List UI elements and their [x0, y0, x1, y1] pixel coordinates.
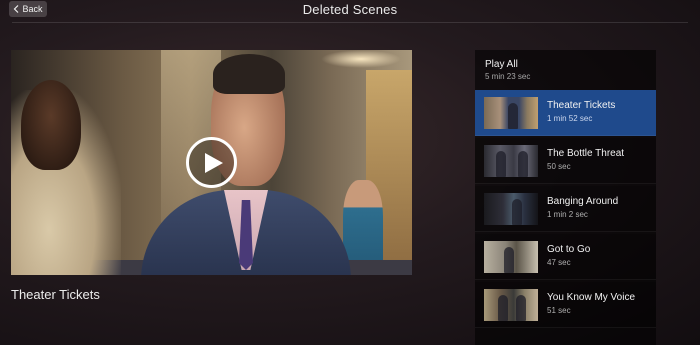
play-all-button[interactable]: Play All 5 min 23 sec — [475, 50, 656, 90]
scene-playlist: Play All 5 min 23 sec Theater Tickets 1 … — [475, 50, 656, 345]
play-icon — [204, 152, 223, 173]
scene-item-you-know-my-voice[interactable]: You Know My Voice 51 sec — [475, 282, 656, 328]
video-frame-clerk — [343, 180, 383, 270]
page-title: Deleted Scenes — [302, 2, 398, 17]
video-frame-man-hair — [213, 54, 285, 94]
scene-item-theater-tickets[interactable]: Theater Tickets 1 min 52 sec — [475, 90, 656, 136]
scene-title: Banging Around — [547, 196, 619, 207]
scene-title: The Bottle Threat — [547, 148, 625, 159]
scene-duration: 1 min 52 sec — [547, 114, 593, 123]
scene-duration: 47 sec — [547, 258, 571, 267]
scene-duration: 51 sec — [547, 306, 571, 315]
scene-thumbnail — [484, 289, 538, 321]
video-title: Theater Tickets — [11, 287, 100, 302]
scene-thumbnail — [484, 241, 538, 273]
scene-thumbnail — [484, 145, 538, 177]
scene-title: Theater Tickets — [547, 100, 616, 111]
play-all-duration: 5 min 23 sec — [485, 72, 531, 81]
scene-item-banging-around[interactable]: Banging Around 1 min 2 sec — [475, 186, 656, 232]
header-divider — [12, 22, 688, 23]
scene-thumbnail — [484, 193, 538, 225]
scene-duration: 50 sec — [547, 162, 571, 171]
scene-item-the-bottle-threat[interactable]: The Bottle Threat 50 sec — [475, 138, 656, 184]
top-bar: Back Deleted Scenes — [0, 0, 700, 24]
scene-title: You Know My Voice — [547, 292, 636, 303]
video-frame-woman-hair — [21, 80, 81, 170]
video-player[interactable] — [11, 50, 412, 275]
scene-title: Got to Go — [547, 244, 591, 255]
scene-thumbnail — [484, 97, 538, 129]
video-frame-lamp — [321, 50, 401, 68]
scene-duration: 1 min 2 sec — [547, 210, 588, 219]
play-all-label: Play All — [485, 59, 518, 70]
scene-item-got-to-go[interactable]: Got to Go 47 sec — [475, 234, 656, 280]
play-button[interactable] — [186, 137, 237, 188]
